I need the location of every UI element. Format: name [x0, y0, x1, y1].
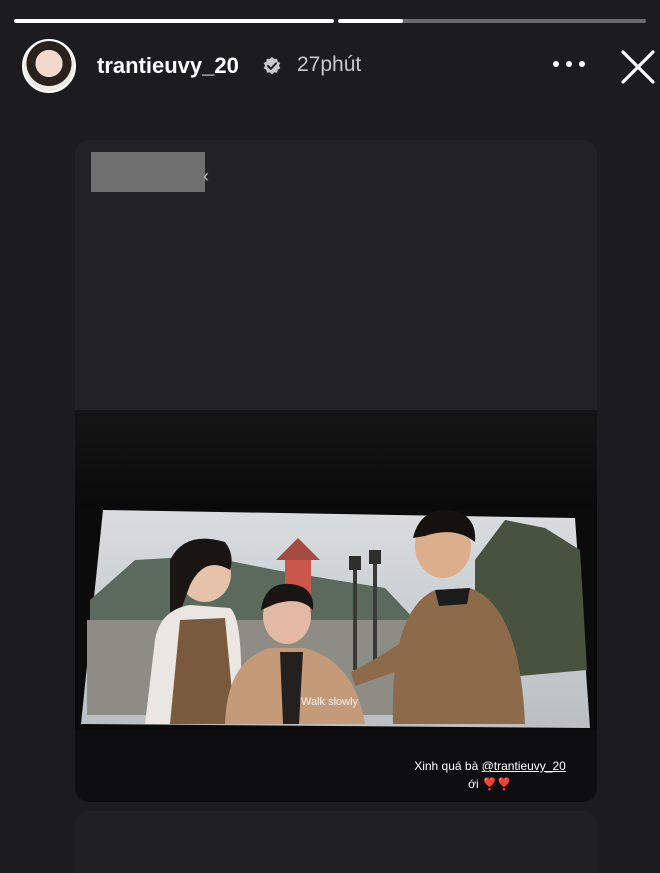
caption-text: Xinh quá bà	[414, 759, 482, 773]
next-card-edge	[75, 811, 597, 873]
redacted-username	[91, 152, 205, 192]
heart-emoji: ❣️❣️	[481, 777, 512, 791]
story-header: trantieuvy_20 27phút	[0, 36, 660, 98]
caption-mention-link[interactable]: @trantieuvy_20	[482, 759, 566, 773]
verified-badge-icon	[263, 57, 281, 75]
dot	[553, 61, 559, 67]
caption-line-2: ới ❣️❣️	[395, 775, 585, 793]
more-options-button[interactable]	[553, 54, 585, 74]
story-progress-2	[338, 19, 646, 23]
repost-caption: Xinh quá bà @trantieuvy_20 ới ❣️❣️	[395, 757, 585, 793]
movie-screen-image	[75, 509, 597, 802]
author-username[interactable]: trantieuvy_20	[97, 53, 239, 79]
progress-fill	[338, 19, 403, 23]
avatar[interactable]	[22, 39, 76, 93]
dot	[579, 61, 585, 67]
repost-header-area: ‹	[75, 140, 597, 410]
dot	[566, 61, 572, 67]
redaction-edge-mark: ‹	[203, 166, 209, 186]
close-icon[interactable]	[619, 48, 657, 86]
reposted-story-card[interactable]: ‹ Walk slowly Xinh quá bà @trantieuvy_20…	[75, 140, 597, 802]
movie-subtitle: Walk slowly	[301, 696, 359, 708]
cinema-photo	[75, 410, 597, 802]
story-progress-1	[14, 19, 334, 23]
post-time: 27phút	[297, 53, 362, 76]
caption-line-1: Xinh quá bà @trantieuvy_20	[395, 757, 585, 775]
progress-fill	[14, 19, 334, 23]
caption-text-2: ới	[468, 777, 482, 791]
